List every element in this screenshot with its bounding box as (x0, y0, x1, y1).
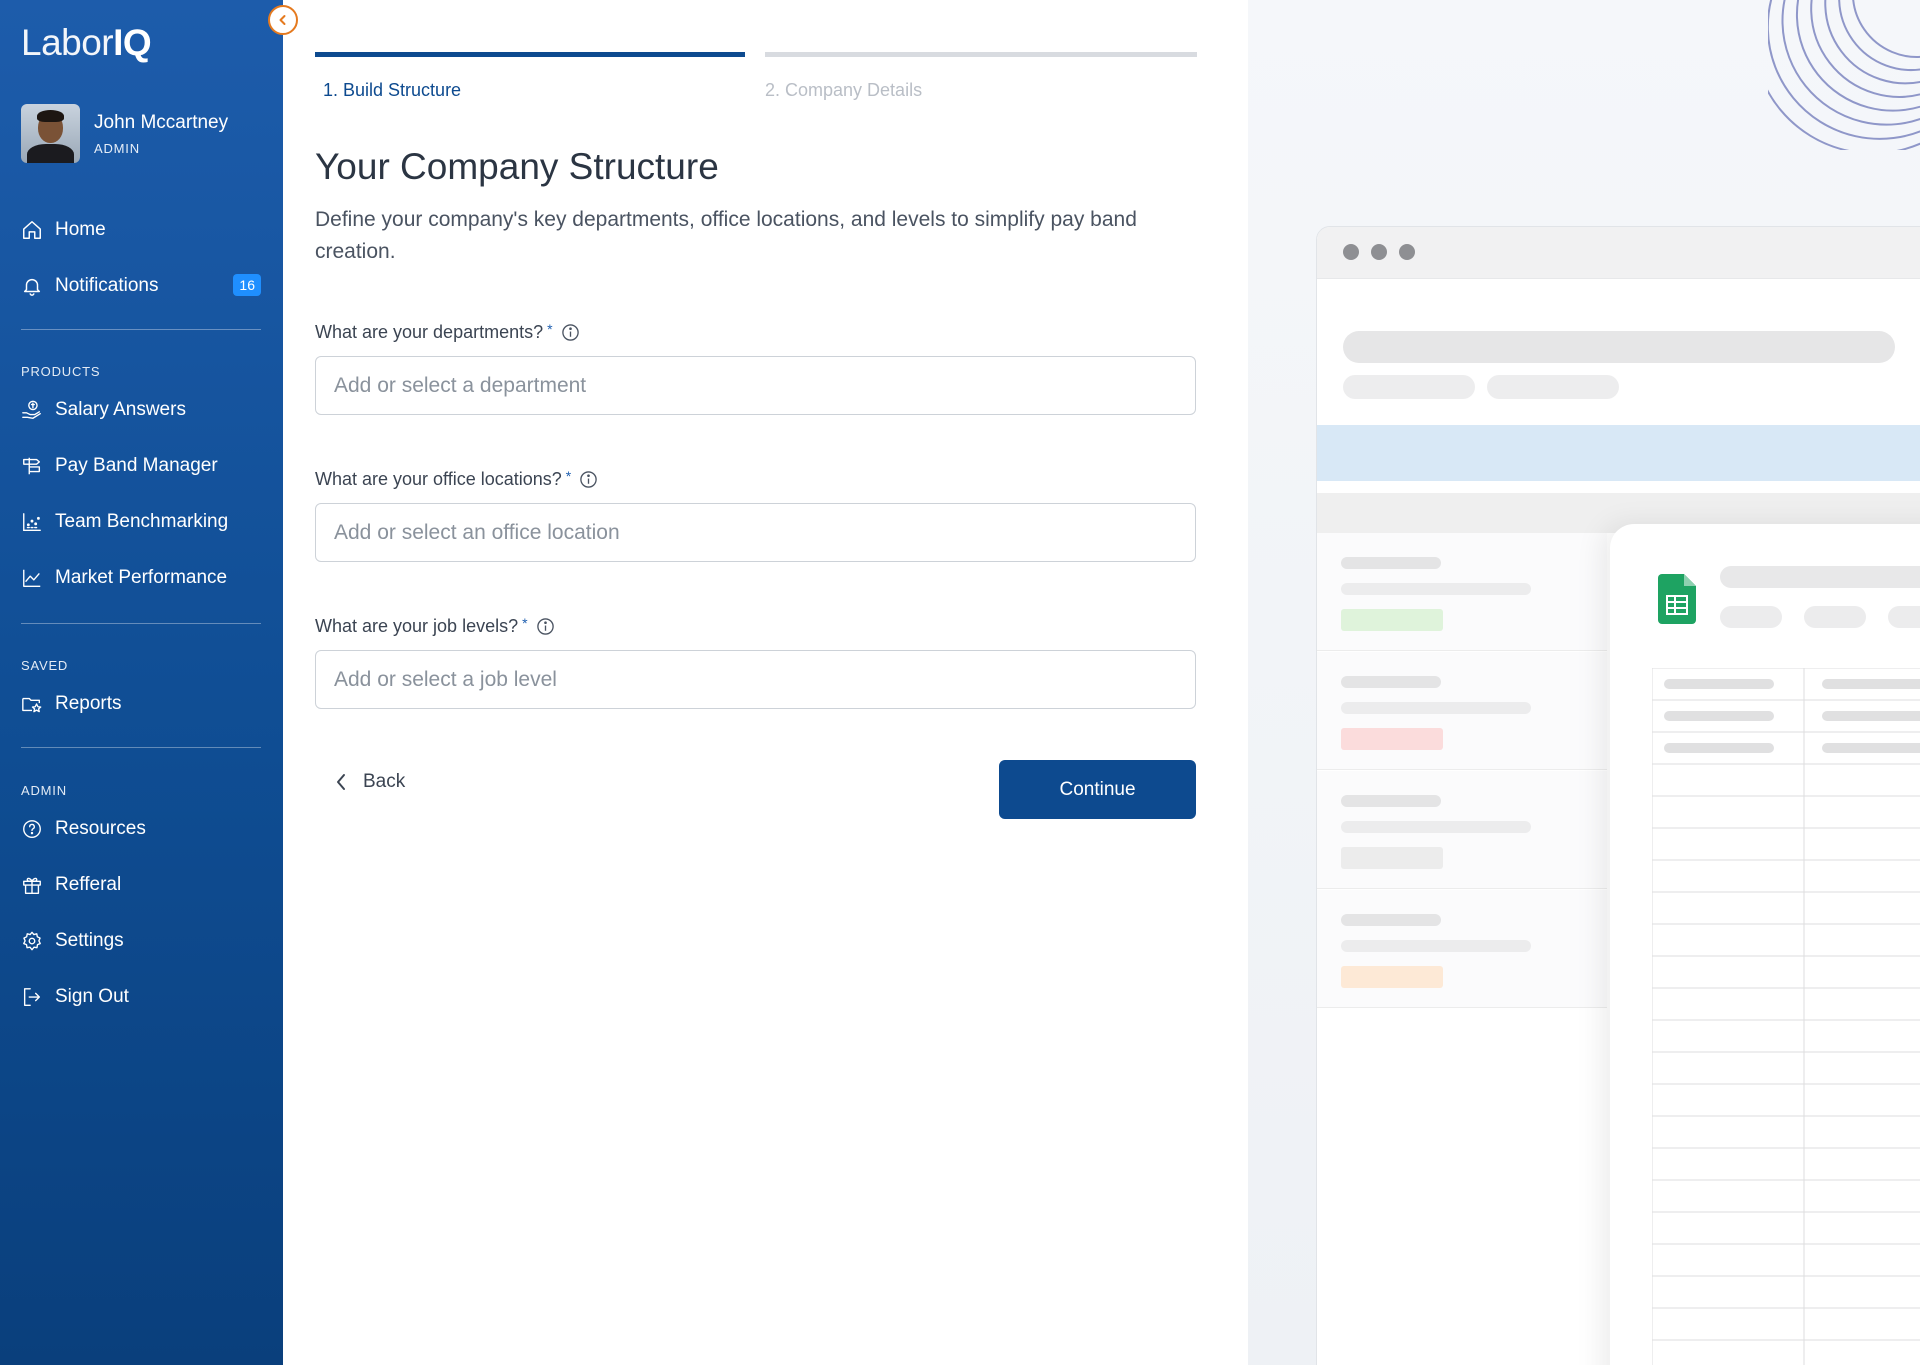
required-marker: * (547, 320, 553, 337)
job-level-input[interactable] (315, 650, 1196, 709)
sidebar-item-label: Settings (55, 930, 124, 951)
folder-star-icon (22, 697, 42, 713)
office-location-input[interactable] (315, 503, 1196, 562)
sidebar-item-home[interactable]: Home (21, 215, 261, 245)
sidebar-item-label: Resources (55, 818, 146, 839)
step-progress-2 (765, 52, 1197, 57)
chevron-left-icon (337, 774, 345, 790)
info-icon[interactable] (579, 470, 598, 489)
sidebar-item-settings[interactable]: Settings (21, 926, 261, 956)
user-name: John Mccartney (94, 111, 229, 133)
section-label-saved: SAVED (21, 658, 69, 673)
spreadsheet-grid (1652, 668, 1920, 1365)
sidebar-item-label: Pay Band Manager (55, 455, 218, 476)
info-icon[interactable] (536, 617, 555, 636)
avatar (21, 104, 80, 163)
user-role: ADMIN (94, 140, 140, 156)
gear-icon (23, 931, 41, 951)
sidebar: LaborIQ John Mccartney ADMIN Home Notifi… (0, 0, 283, 1365)
divider (21, 329, 261, 330)
department-input[interactable] (315, 356, 1196, 415)
sidebar-item-label: Team Benchmarking (55, 511, 229, 532)
sidebar-item-label: Reports (55, 693, 122, 714)
sidebar-item-pay-band-manager[interactable]: Pay Band Manager (21, 451, 261, 481)
page-description: Define your company's key departments, o… (315, 208, 1137, 263)
help-circle-icon (23, 820, 41, 838)
sidebar-item-notifications[interactable]: Notifications 16 (21, 271, 261, 301)
section-label-products: PRODUCTS (21, 364, 101, 379)
departments-label: What are your departments? * (315, 320, 580, 343)
collapse-sidebar-button[interactable] (268, 5, 298, 35)
step-build-structure[interactable]: 1. Build Structure (323, 80, 461, 101)
sidebar-item-market-performance[interactable]: Market Performance (21, 563, 261, 593)
sidebar-item-label: Notifications (55, 275, 159, 296)
home-icon (23, 221, 41, 239)
sign-out-icon (23, 988, 41, 1006)
decorative-arcs (1768, 0, 1920, 150)
sidebar-item-label: Market Performance (55, 567, 228, 588)
chevron-left-icon (279, 15, 286, 25)
office-locations-label: What are your office locations? * (315, 467, 598, 490)
sidebar-item-label: Sign Out (55, 986, 129, 1007)
gift-icon (23, 877, 41, 894)
bell-icon (23, 278, 41, 296)
back-button-label: Back (363, 771, 406, 792)
required-marker: * (522, 614, 528, 631)
user-profile[interactable]: John Mccartney ADMIN (21, 104, 228, 163)
line-chart-icon (23, 569, 41, 587)
scatter-chart-icon (23, 513, 41, 531)
sidebar-item-reports[interactable]: Reports (21, 689, 261, 719)
divider (21, 623, 261, 624)
signpost-icon (23, 457, 41, 475)
sidebar-item-label: Salary Answers (55, 399, 186, 420)
salary-hand-icon (22, 400, 41, 419)
notification-count-badge: 16 (233, 274, 261, 296)
sidebar-item-sign-out[interactable]: Sign Out (21, 982, 261, 1012)
section-label-admin: ADMIN (21, 783, 67, 798)
step-company-details[interactable]: 2. Company Details (765, 80, 922, 101)
info-icon[interactable] (561, 323, 580, 342)
main-content: 1. Build Structure 2. Company Details Yo… (283, 0, 1248, 1365)
google-sheets-icon (1658, 574, 1696, 624)
sidebar-item-label: Refferal (55, 874, 122, 895)
continue-button[interactable]: Continue (999, 760, 1196, 819)
sidebar-item-salary-answers[interactable]: Salary Answers (21, 395, 261, 425)
sidebar-item-label: Home (55, 219, 106, 240)
spreadsheet-mockup (1610, 524, 1920, 1365)
sidebar-item-refferal[interactable]: Refferal (21, 870, 261, 900)
job-levels-label: What are your job levels? * (315, 614, 555, 637)
app-logo: LaborIQ (21, 22, 152, 63)
required-marker: * (565, 467, 572, 484)
sidebar-item-team-benchmarking[interactable]: Team Benchmarking (21, 507, 261, 537)
divider (21, 747, 261, 748)
step-progress-1 (315, 52, 745, 57)
back-button[interactable]: Back (335, 771, 405, 793)
page-title: Your Company Structure (315, 146, 719, 187)
sidebar-item-resources[interactable]: Resources (21, 814, 261, 844)
